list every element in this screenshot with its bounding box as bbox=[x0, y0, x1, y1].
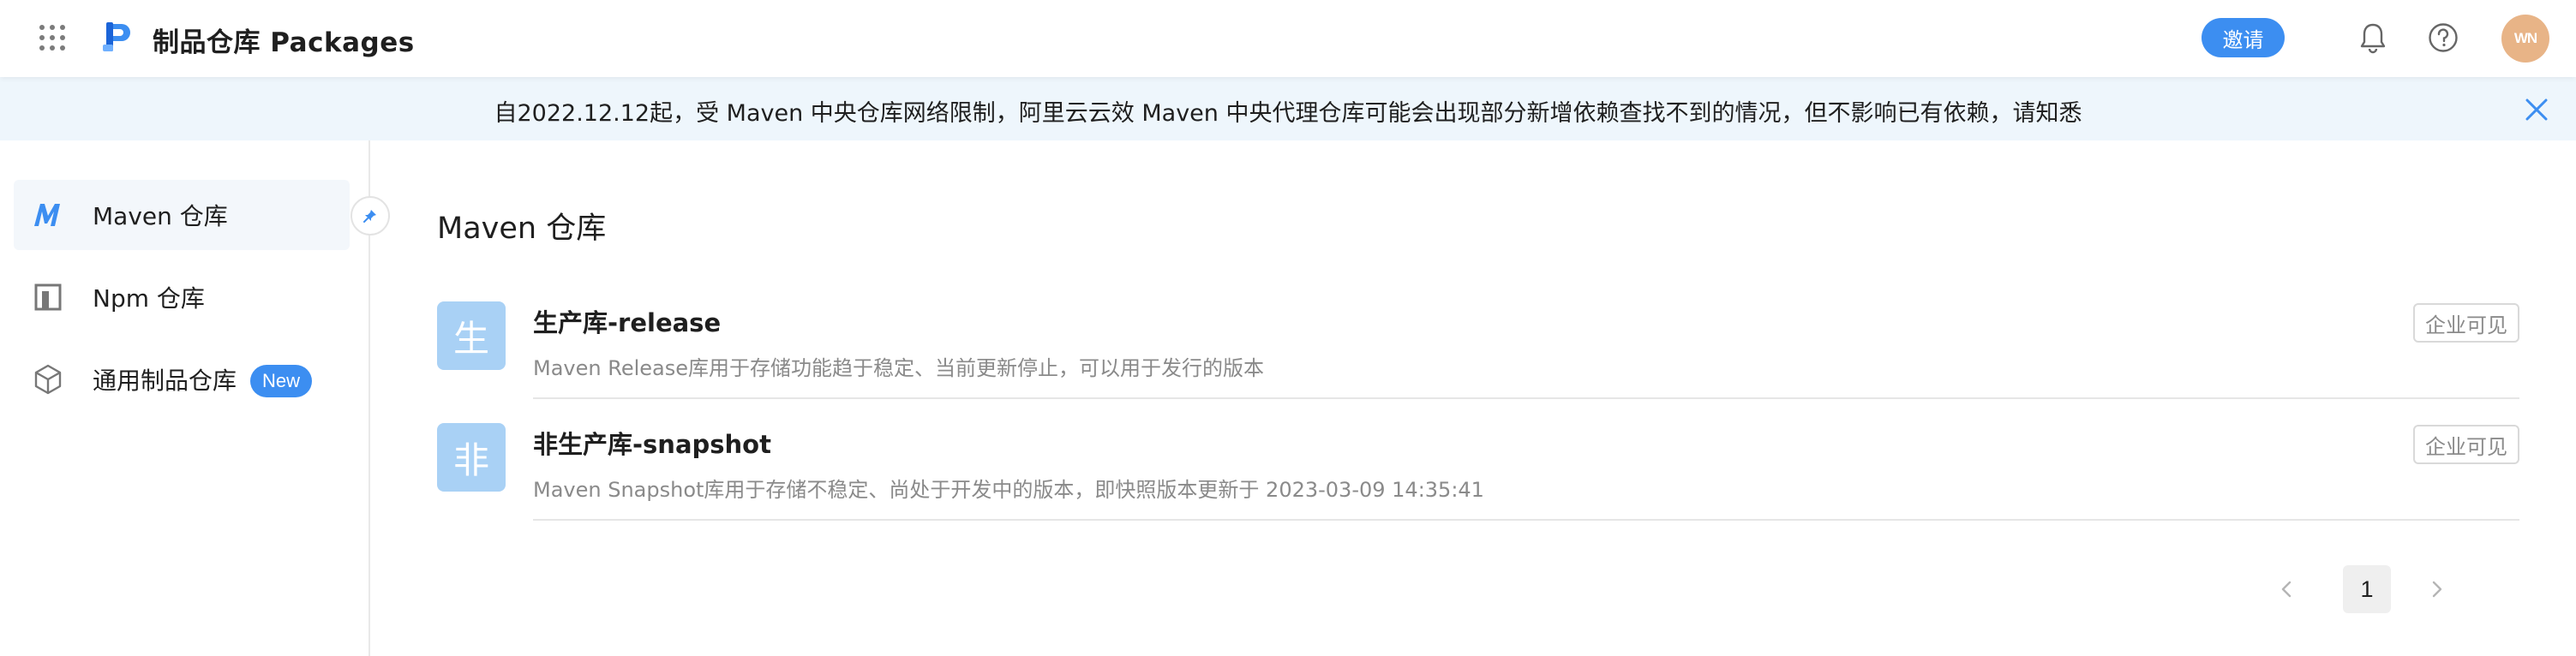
pin-sidebar-button[interactable] bbox=[350, 196, 390, 236]
repo-description: Maven Snapshot库用于存储不稳定、尚处于开发中的版本，即快照版本更新… bbox=[533, 478, 1484, 502]
user-avatar[interactable]: WN bbox=[2501, 15, 2549, 63]
prev-page-button[interactable] bbox=[2262, 565, 2310, 613]
page-number[interactable]: 1 bbox=[2343, 565, 2391, 613]
next-page-button[interactable] bbox=[2413, 565, 2461, 613]
notice-banner: 自2022.12.12起，受 Maven 中央仓库网络限制，阿里云云效 Mave… bbox=[0, 77, 2576, 140]
new-badge: New bbox=[250, 365, 313, 397]
sidebar-item-generic[interactable]: 通用制品仓库 New bbox=[14, 344, 350, 414]
pin-icon bbox=[363, 210, 376, 223]
sidebar: Maven 仓库 Npm 仓库 通用制品仓库 New bbox=[0, 140, 370, 656]
divider bbox=[533, 519, 2519, 521]
notice-text: 自2022.12.12起，受 Maven 中央仓库网络限制，阿里云云效 Mave… bbox=[494, 100, 2082, 127]
sidebar-item-label: Maven 仓库 bbox=[93, 202, 228, 230]
divider bbox=[533, 397, 2519, 399]
package-box-icon bbox=[33, 364, 63, 395]
maven-icon bbox=[33, 200, 63, 230]
repo-avatar: 生 bbox=[437, 301, 506, 370]
repo-avatar: 非 bbox=[437, 423, 506, 492]
sidebar-item-npm[interactable]: Npm 仓库 bbox=[14, 262, 350, 332]
sidebar-item-label: Npm 仓库 bbox=[93, 284, 205, 313]
chevron-left-icon bbox=[2281, 581, 2291, 598]
chevron-right-icon bbox=[2432, 581, 2442, 598]
bell-icon[interactable] bbox=[2358, 21, 2387, 54]
repo-name[interactable]: 非生产库-snapshot bbox=[533, 425, 771, 461]
npm-icon bbox=[33, 282, 63, 313]
apps-grid-icon[interactable] bbox=[39, 25, 67, 52]
sidebar-item-maven[interactable]: Maven 仓库 bbox=[14, 180, 350, 250]
invite-button[interactable]: 邀请 bbox=[2202, 18, 2285, 57]
close-icon[interactable] bbox=[2523, 96, 2550, 123]
repo-description: Maven Release库用于存储功能趋于稳定、当前更新停止，可以用于发行的版… bbox=[533, 356, 1264, 380]
help-icon[interactable] bbox=[2427, 21, 2459, 54]
sidebar-item-label: 通用制品仓库 bbox=[93, 367, 237, 395]
top-header: 制品仓库 Packages 邀请 WN bbox=[0, 0, 2576, 77]
app-title: 制品仓库 Packages bbox=[153, 27, 415, 58]
pagination: 1 bbox=[2262, 565, 2459, 613]
packages-logo[interactable] bbox=[103, 19, 134, 55]
repo-name[interactable]: 生产库-release bbox=[533, 303, 721, 339]
repo-list-item[interactable]: 生 生产库-release Maven Release库用于存储功能趋于稳定、当… bbox=[437, 301, 2519, 423]
page-title: Maven 仓库 bbox=[437, 212, 607, 246]
visibility-tag: 企业可见 bbox=[2413, 303, 2519, 343]
visibility-tag: 企业可见 bbox=[2413, 425, 2519, 464]
repo-list-item[interactable]: 非 非生产库-snapshot Maven Snapshot库用于存储不稳定、尚… bbox=[437, 423, 2519, 545]
